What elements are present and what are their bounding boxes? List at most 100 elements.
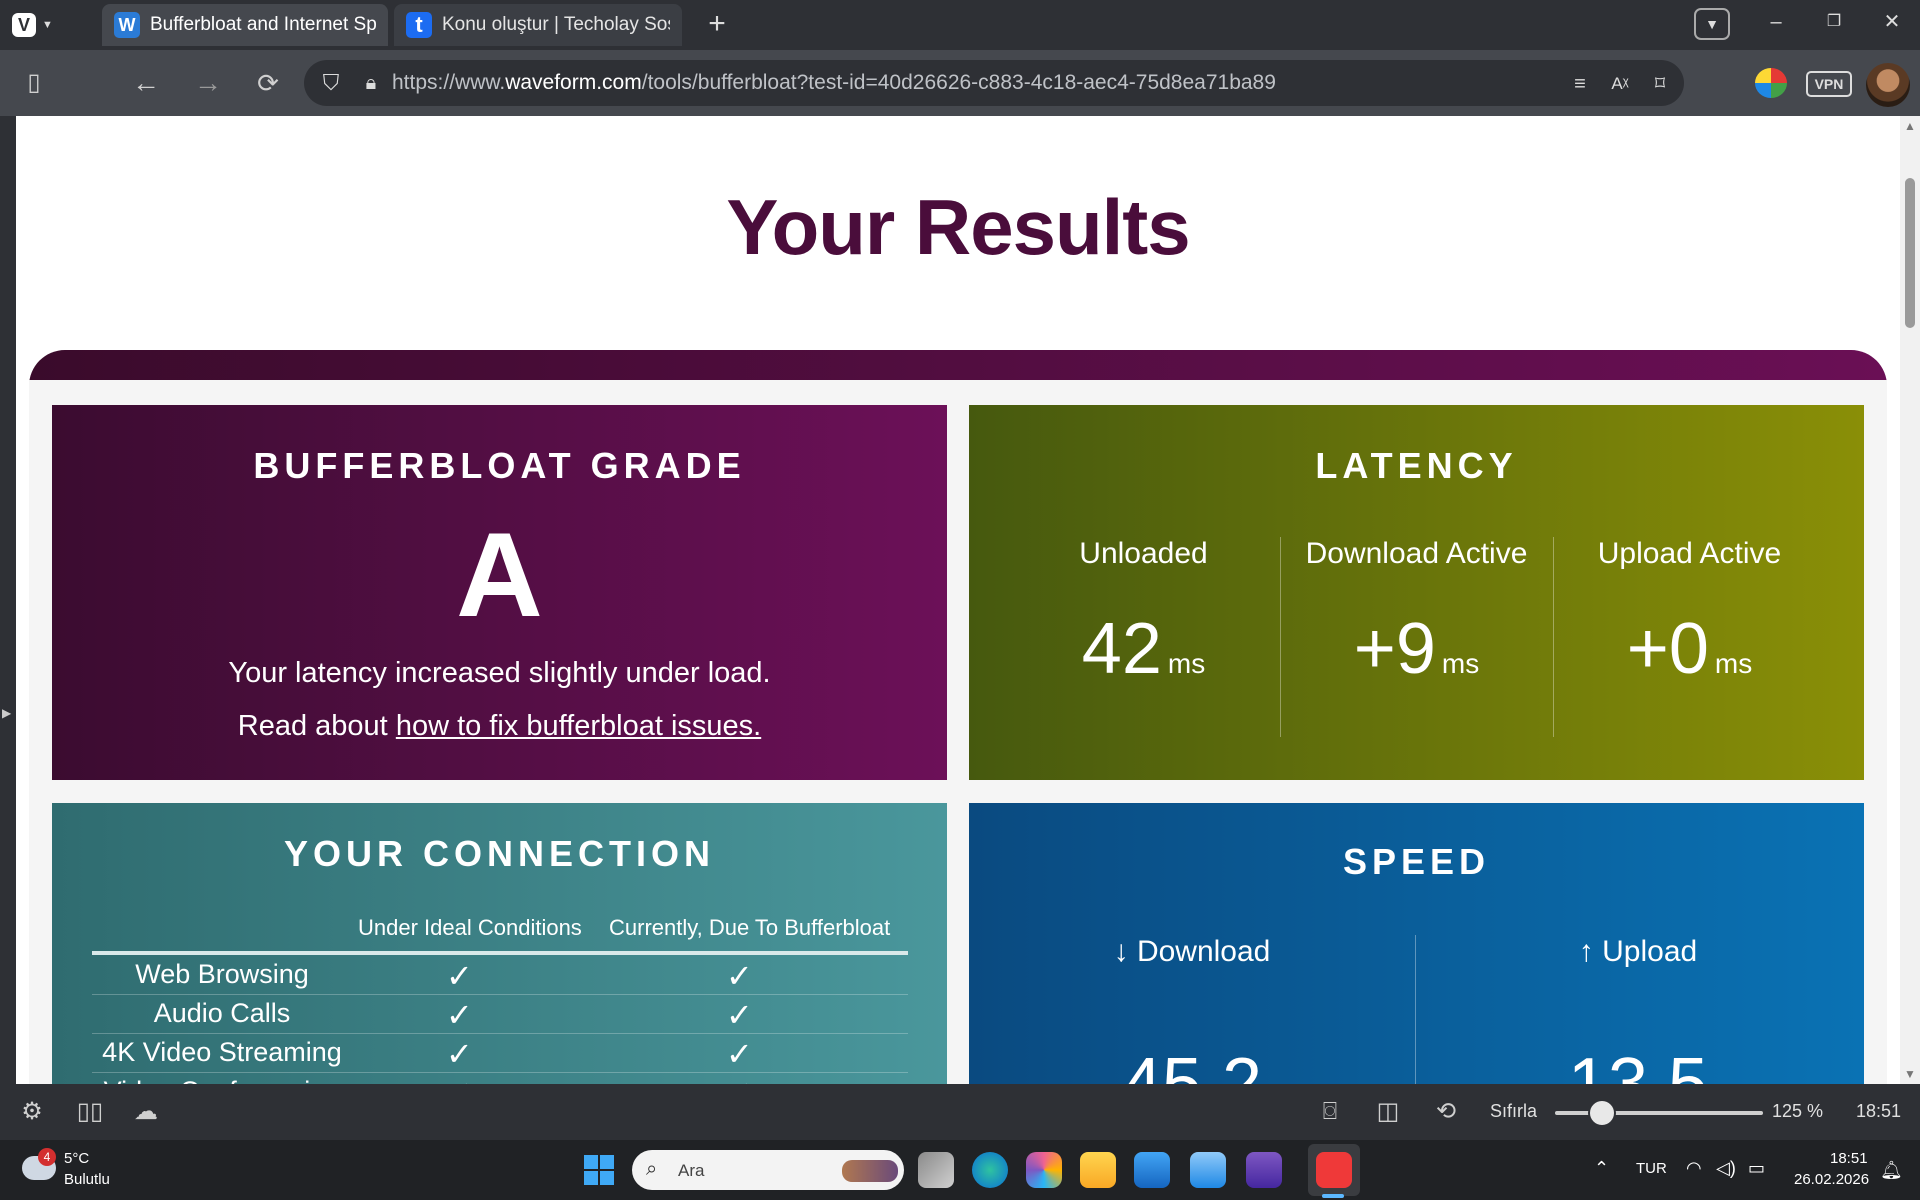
copilot-icon[interactable] xyxy=(1026,1152,1062,1188)
row-label: Audio Calls xyxy=(153,998,291,1028)
tab-techolay[interactable]: t Konu oluştur | Techolay Sos xyxy=(394,4,682,46)
input-language[interactable]: TUR xyxy=(1636,1160,1667,1177)
wifi-icon[interactable]: ◠ xyxy=(1686,1158,1702,1179)
side-panel-strip[interactable]: ▶ xyxy=(0,116,16,1084)
tab-list-button[interactable]: ▼ xyxy=(1694,8,1730,40)
table-row: Audio Calls ✓ ✓ xyxy=(92,996,908,1034)
task-view-icon[interactable] xyxy=(918,1152,954,1188)
status-bar: ⚙ ▯▯ ☁ ⌼ ◫ ⟲ Sıfırla 125 % 18:51 xyxy=(0,1084,1920,1140)
fix-bufferbloat-link[interactable]: how to fix bufferbloat issues. xyxy=(396,710,761,742)
scroll-up-icon[interactable]: ▲ xyxy=(1904,120,1916,132)
tab-bar: V ▼ W Bufferbloat and Internet Sp t Konu… xyxy=(0,0,1920,50)
bookmark-icon[interactable]: ⌑ xyxy=(1644,70,1676,98)
microsoft-store-icon[interactable] xyxy=(1134,1152,1170,1188)
latency-unit: ms xyxy=(1441,648,1480,679)
col-ideal-header: Under Ideal Conditions xyxy=(358,915,582,940)
weather-condition[interactable]: Bulutlu xyxy=(64,1171,110,1188)
weather-temperature[interactable]: 5°C xyxy=(64,1150,89,1167)
profile-avatar[interactable] xyxy=(1866,63,1910,107)
back-icon[interactable]: ← xyxy=(128,66,164,100)
sync-cloud-icon[interactable]: ☁ xyxy=(130,1097,162,1127)
taskbar-search[interactable]: ⌕ Ara xyxy=(632,1150,904,1190)
new-tab-button[interactable]: + xyxy=(700,8,734,42)
restore-button[interactable]: ❐ xyxy=(1808,6,1860,38)
minimize-button[interactable]: – xyxy=(1750,6,1802,38)
header-rule xyxy=(92,951,908,955)
chevron-down-icon: ▼ xyxy=(42,19,53,31)
zoom-reset-button[interactable]: Sıfırla xyxy=(1490,1101,1537,1122)
extension-icon[interactable] xyxy=(1755,68,1787,98)
latency-card: LATENCY Unloaded 42 ms Download Active +9… xyxy=(969,405,1864,780)
techolay-favicon-icon: t xyxy=(406,12,432,38)
check-icon: ✓ xyxy=(726,958,753,994)
panel-toggle-icon[interactable]: ▯ xyxy=(16,66,52,100)
latency-download-active: Download Active +9 ms xyxy=(1280,537,1553,700)
volume-icon[interactable]: ◁) xyxy=(1716,1158,1736,1179)
taskbar-time[interactable]: 18:51 xyxy=(1830,1150,1868,1167)
url-path: /tools/bufferbloat?test-id=40d26626-c883… xyxy=(641,71,1276,94)
bufferbloat-grade-card: BUFFERBLOAT GRADE A Your latency increas… xyxy=(52,405,947,780)
url-prefix: https://www. xyxy=(392,71,506,94)
close-button[interactable]: ✕ xyxy=(1866,6,1918,38)
page-actions-icon[interactable]: ⟲ xyxy=(1430,1097,1462,1127)
search-placeholder: Ara xyxy=(678,1161,705,1180)
file-explorer-icon[interactable] xyxy=(1080,1152,1116,1188)
lock-icon[interactable]: 🔒︎ xyxy=(358,68,384,98)
download-label: ↓ Download xyxy=(1113,935,1271,968)
zoom-slider[interactable] xyxy=(1555,1111,1763,1115)
download-value: 45.2 xyxy=(1121,1044,1263,1084)
grade-message: Your latency increased slightly under lo… xyxy=(228,657,771,689)
connection-heading: YOUR CONNECTION xyxy=(283,833,715,874)
latency-label: Upload Active xyxy=(1597,537,1782,570)
grade-read-more: Read about how to fix bufferbloat issues… xyxy=(52,710,947,743)
row-label: Video Conferencing xyxy=(92,1076,352,1084)
search-highlight-image xyxy=(842,1160,898,1182)
latency-value: 42 ms xyxy=(1007,613,1280,700)
url-text[interactable]: https://www.waveform.com/tools/bufferblo… xyxy=(392,71,1276,95)
speed-heading: SPEED xyxy=(1342,841,1491,882)
read-about-text: Read about xyxy=(237,710,388,742)
address-bar[interactable]: ⛉ 🔒︎ https://www.waveform.com/tools/buff… xyxy=(304,60,1684,106)
battery-icon[interactable]: ▭ xyxy=(1748,1158,1765,1179)
notification-bell-icon[interactable]: 🔔︎ xyxy=(1880,1160,1903,1181)
vivaldi-icon[interactable] xyxy=(1316,1152,1352,1188)
site-shield-icon[interactable]: ⛉ xyxy=(316,68,346,98)
table-row: 4K Video Streaming ✓ ✓ xyxy=(92,1035,908,1073)
page-tiling-icon[interactable]: ◫ xyxy=(1372,1097,1404,1127)
page-scrollbar[interactable]: ▲ ▼ xyxy=(1900,116,1920,1084)
tab-title: Bufferbloat and Internet Sp xyxy=(150,14,376,35)
zoom-slider-thumb[interactable] xyxy=(1588,1099,1616,1127)
latency-value: +0 ms xyxy=(1553,613,1826,700)
search-icon: ⌕ xyxy=(646,1158,658,1180)
vivaldi-logo-icon: V xyxy=(12,13,36,37)
windows-start-icon[interactable] xyxy=(584,1155,614,1185)
latency-number: +0 xyxy=(1626,609,1709,689)
page-title: Your Results xyxy=(726,183,1190,271)
reload-icon[interactable]: ⟳ xyxy=(250,66,286,100)
forward-icon[interactable]: → xyxy=(190,66,226,100)
upload-label: ↑ Upload xyxy=(1578,935,1698,968)
scroll-thumb[interactable] xyxy=(1905,178,1915,328)
scroll-down-icon[interactable]: ▼ xyxy=(1904,1068,1916,1080)
vpn-button[interactable]: VPN xyxy=(1806,71,1852,97)
reader-view-icon[interactable]: ≡ xyxy=(1564,70,1596,98)
chevron-up-icon[interactable]: ⌃ xyxy=(1594,1158,1609,1179)
settings-gear-icon[interactable]: ⚙ xyxy=(16,1097,48,1127)
taskbar-date[interactable]: 26.02.2026 xyxy=(1794,1171,1869,1188)
edge-icon[interactable] xyxy=(972,1152,1008,1188)
proton-icon[interactable] xyxy=(1246,1152,1282,1188)
active-app-indicator xyxy=(1322,1194,1344,1198)
latency-heading: LATENCY xyxy=(1315,445,1518,486)
check-icon: ✓ xyxy=(446,958,473,994)
row-label: 4K Video Streaming xyxy=(102,1037,342,1067)
chevron-down-icon: ▼ xyxy=(1705,16,1719,32)
vivaldi-menu-button[interactable]: V ▼ xyxy=(12,8,58,42)
capture-icon[interactable]: ⌼ xyxy=(1314,1097,1346,1127)
remote-desktop-icon[interactable] xyxy=(1190,1152,1226,1188)
col-current-header: Currently, Due To Bufferbloat xyxy=(609,915,891,940)
tab-bufferbloat[interactable]: W Bufferbloat and Internet Sp xyxy=(102,4,388,46)
waveform-favicon-icon: W xyxy=(114,12,140,38)
translate-icon[interactable]: Aᵡ xyxy=(1604,70,1636,98)
tiling-icon[interactable]: ▯▯ xyxy=(74,1097,106,1127)
check-icon: ✓ xyxy=(446,1074,473,1084)
